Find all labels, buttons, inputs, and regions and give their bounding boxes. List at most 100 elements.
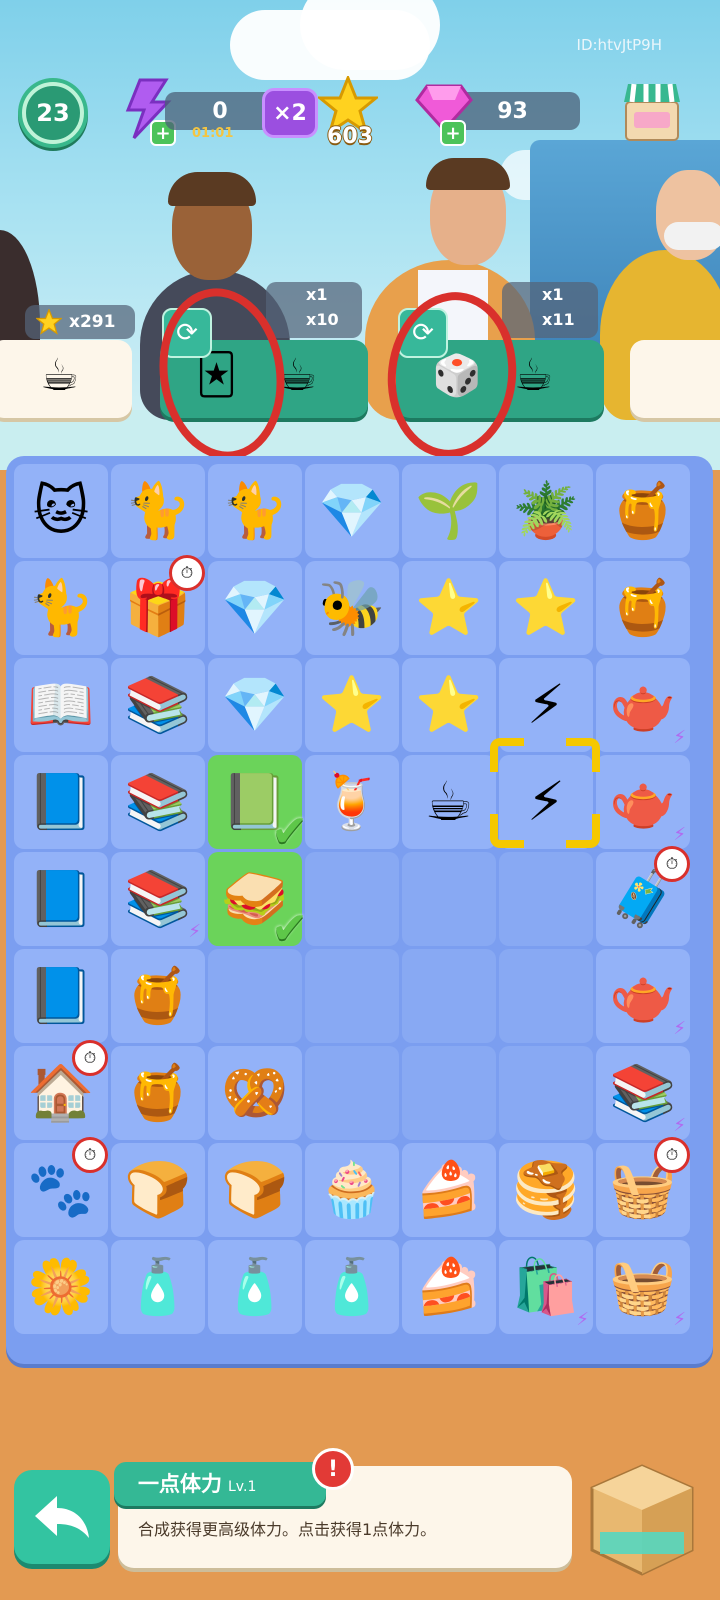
- energy-spark-icon: ⚡: [576, 1309, 589, 1330]
- board-cell[interactable]: [499, 1046, 593, 1140]
- merge-item-icon: 🍰: [415, 1255, 483, 1318]
- board-cell[interactable]: [499, 852, 593, 946]
- board-cell[interactable]: 🥪 ✔: [208, 852, 308, 954]
- board-cell[interactable]: ⭐: [402, 561, 496, 655]
- board-cell[interactable]: 📖: [14, 658, 108, 752]
- energy-multiplier-button[interactable]: ×2: [262, 88, 318, 138]
- order-1-reward-a: x1: [306, 285, 328, 304]
- board-cell[interactable]: 📚 ⚡: [596, 1046, 690, 1140]
- board-cell[interactable]: [305, 1046, 399, 1140]
- board-cell[interactable]: 🐝: [305, 561, 399, 655]
- board-cell[interactable]: 💎: [208, 658, 302, 752]
- board-cell[interactable]: ⭐: [305, 658, 399, 752]
- energy-spark-icon: ⚡: [188, 921, 201, 942]
- board-cell[interactable]: ☕: [402, 755, 496, 849]
- shop-icon[interactable]: [620, 76, 684, 144]
- star-badge-icon: [36, 309, 62, 335]
- board-cell[interactable]: 🌼: [14, 1240, 108, 1334]
- order-card-left[interactable]: ☕: [0, 340, 132, 418]
- board-cell[interactable]: 🫖 ⚡: [596, 949, 690, 1043]
- merge-item-icon: ⭐: [415, 673, 483, 736]
- merge-item-icon: 📘: [27, 770, 95, 833]
- selection-frame: [490, 738, 600, 848]
- board-cell[interactable]: 📚 ⚡: [111, 852, 205, 946]
- board-cell[interactable]: 🍹: [305, 755, 399, 849]
- board-cell[interactable]: 🎁 ⏱: [111, 555, 205, 655]
- board-cell[interactable]: 📘: [14, 949, 108, 1043]
- merge-item-icon: ⭐: [415, 576, 483, 639]
- board-cell[interactable]: 🐈: [14, 561, 108, 655]
- board-cell[interactable]: 🧁: [305, 1143, 399, 1237]
- back-button[interactable]: [14, 1470, 110, 1564]
- board-cell[interactable]: 🍞: [111, 1143, 205, 1237]
- energy-spark-icon: ⚡: [673, 1018, 686, 1039]
- storage-box-icon[interactable]: [586, 1458, 698, 1578]
- board-cell[interactable]: 🧺 ⚡: [596, 1240, 690, 1334]
- board-cell[interactable]: [402, 949, 496, 1043]
- board-cell[interactable]: 🍯: [111, 1046, 205, 1140]
- merge-item-icon: 🐈: [221, 479, 289, 542]
- board-cell[interactable]: 🍞: [208, 1143, 302, 1237]
- board-cell[interactable]: [402, 852, 496, 946]
- board-cell[interactable]: 🐈: [111, 464, 205, 558]
- merge-item-icon: 📖: [27, 673, 95, 736]
- board-cell[interactable]: 🐱: [14, 464, 108, 558]
- board-cell[interactable]: ⭐: [499, 561, 593, 655]
- coin-counter: 603: [327, 124, 373, 149]
- board-cell[interactable]: 🌱: [402, 464, 496, 558]
- board-cell[interactable]: 📘: [14, 852, 108, 946]
- board-cell[interactable]: 🍯: [596, 464, 690, 558]
- order-2-reward-a: x1: [542, 285, 564, 304]
- board-cell[interactable]: 🧴: [111, 1240, 205, 1334]
- board-cell[interactable]: 🐈: [208, 464, 302, 558]
- board-cell[interactable]: 🍯: [111, 949, 205, 1043]
- board-cell[interactable]: [305, 949, 399, 1043]
- board-cell[interactable]: 📚: [111, 658, 205, 752]
- board-cell[interactable]: 🍰: [402, 1143, 496, 1237]
- board-cell[interactable]: 🧺 ⏱: [596, 1137, 690, 1237]
- board-cell[interactable]: 🪴: [499, 464, 593, 558]
- merge-item-icon: 🐱: [32, 479, 90, 542]
- board-cell[interactable]: 🍰: [402, 1240, 496, 1334]
- item-description: 合成获得更高级体力。点击获得1点体力。: [138, 1520, 437, 1539]
- merge-item-icon: 📚: [124, 867, 192, 930]
- merge-item-icon: 🫖: [609, 770, 677, 833]
- player-level-badge[interactable]: 23: [18, 78, 88, 148]
- board-cell[interactable]: 💎: [208, 561, 302, 655]
- board-cell[interactable]: 🥞: [499, 1143, 593, 1237]
- merge-item-icon: ⚡: [527, 673, 565, 736]
- board-cell[interactable]: 🫖 ⚡: [596, 658, 690, 752]
- merge-item-icon: 📘: [27, 964, 95, 1027]
- board-cell[interactable]: 🏠 ⏱: [14, 1040, 108, 1140]
- alert-icon[interactable]: !: [312, 1448, 354, 1490]
- merge-item-icon: 💎: [221, 673, 289, 736]
- board-cell[interactable]: 🧴: [305, 1240, 399, 1334]
- board-cell[interactable]: 🐾 ⏱: [14, 1137, 108, 1237]
- board-cell[interactable]: 📚: [111, 755, 205, 849]
- gem-plus-button[interactable]: +: [440, 120, 466, 146]
- board-cell[interactable]: 🥨: [208, 1046, 302, 1140]
- board-cell[interactable]: 🛍️ ⚡: [499, 1240, 593, 1334]
- board-cell[interactable]: 🍯: [596, 561, 690, 655]
- order-reward-1: x1 x10: [266, 282, 362, 338]
- energy-spark-icon: ⚡: [673, 1115, 686, 1136]
- timer-icon: ⏱: [654, 1137, 690, 1173]
- board-cell[interactable]: 📗 ✔: [208, 755, 308, 857]
- board-cell[interactable]: 🧴: [208, 1240, 302, 1334]
- board-cell[interactable]: ⭐: [402, 658, 496, 752]
- merge-item-icon: 🐈: [27, 576, 95, 639]
- merge-item-icon: 🍞: [124, 1158, 192, 1221]
- board-cell[interactable]: 🧳 ⏱: [596, 846, 690, 946]
- board-cell[interactable]: [208, 949, 302, 1043]
- board-cell[interactable]: [499, 949, 593, 1043]
- order-card-right[interactable]: [630, 340, 720, 418]
- board-cell[interactable]: [402, 1046, 496, 1140]
- merge-item-icon: 🫖: [609, 673, 677, 736]
- board-cell[interactable]: 🫖 ⚡: [596, 755, 690, 849]
- merge-item-icon: 🍯: [124, 1061, 192, 1124]
- board-cell[interactable]: 📘: [14, 755, 108, 849]
- board-cell[interactable]: 💎: [305, 464, 399, 558]
- merge-item-icon: 🍯: [124, 964, 192, 1027]
- merge-item-icon: 🌼: [27, 1255, 95, 1318]
- board-cell[interactable]: [305, 852, 399, 946]
